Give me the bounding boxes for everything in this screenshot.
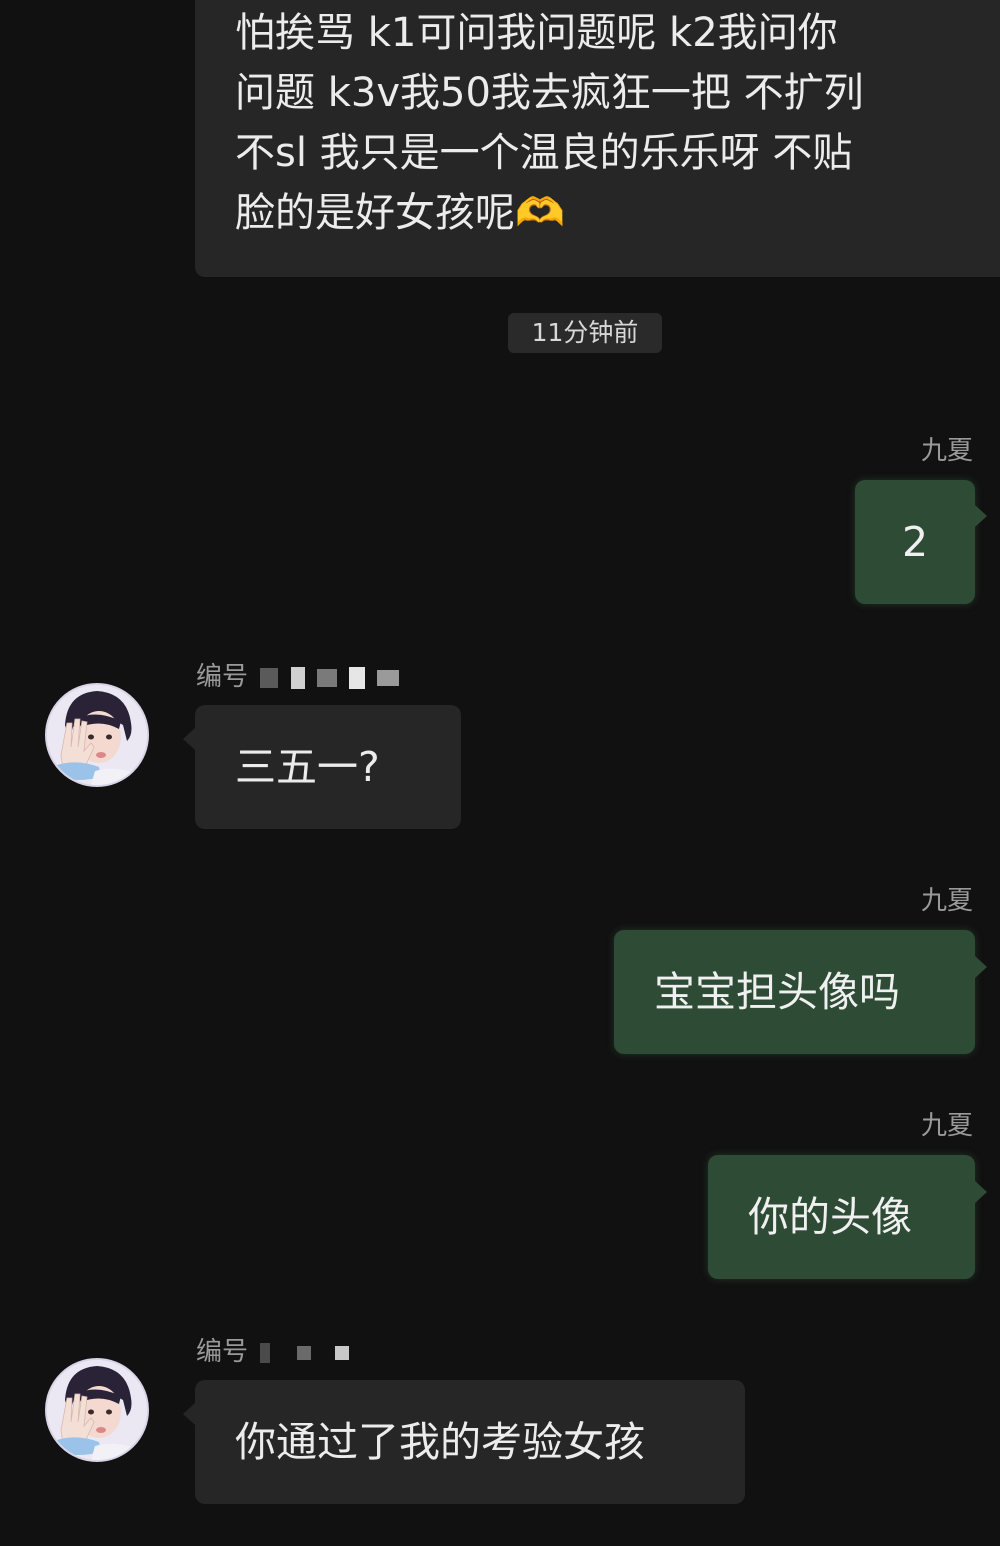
bubble-tail-outgoing-1 (975, 505, 987, 527)
sender-name-text: 编号 (196, 662, 249, 692)
message-bubble-outgoing-2[interactable]: 宝宝担头像吗 (614, 930, 975, 1054)
bubble-tail-outgoing-3 (975, 1181, 987, 1203)
message-text-line-2: 问题 k3v我50我去疯狂一把 不扩列 (235, 70, 864, 116)
message-text-line-4: 脸的是好女孩呢🫶 (235, 190, 565, 236)
message-text-outgoing-2: 宝宝担头像吗 (654, 968, 900, 1016)
message-bubble-outgoing-3[interactable]: 你的头像 (708, 1155, 975, 1279)
bubble-tail-outgoing-2 (975, 956, 987, 978)
sender-name-text: 编号 (196, 1337, 249, 1367)
avatar-contact-2[interactable] (45, 1358, 149, 1462)
message-text-outgoing-1: 2 (901, 518, 929, 566)
avatar-contact-1[interactable] (45, 683, 149, 787)
sender-name-incoming-2: 编号 (196, 1331, 349, 1368)
avatar-portrait-icon (47, 1360, 147, 1460)
bubble-tail-incoming-1 (183, 728, 195, 750)
sender-name-outgoing-3: 九夏 (920, 1111, 973, 1141)
bubble-tail-incoming-2 (183, 1403, 195, 1425)
sender-name-incoming-1: 编号 (196, 656, 400, 693)
avatar-portrait-icon (47, 685, 147, 785)
message-text-incoming-1: 三五一? (235, 743, 380, 791)
message-text-outgoing-3: 你的头像 (748, 1193, 912, 1241)
message-text-line-1: 怕挨骂 k1可问我问题呢 k2我问你 (235, 10, 838, 56)
message-bubble-incoming-long[interactable]: 怕挨骂 k1可问我问题呢 k2我问你 问题 k3v我50我去疯狂一把 不扩列 不… (195, 0, 1000, 277)
sender-name-outgoing-2: 九夏 (920, 886, 973, 916)
name-mosaic-redaction (256, 663, 400, 693)
message-bubble-incoming-2[interactable]: 你通过了我的考验女孩 (195, 1380, 745, 1504)
message-bubble-outgoing-1[interactable]: 2 (855, 480, 975, 604)
sender-name-outgoing-1: 九夏 (920, 436, 973, 466)
timestamp-label: 11分钟前 (508, 313, 662, 353)
message-text-incoming-2: 你通过了我的考验女孩 (235, 1418, 645, 1466)
message-bubble-incoming-1[interactable]: 三五一? (195, 705, 461, 829)
name-mosaic-redaction (256, 1338, 349, 1368)
message-text-line-3: 不sl 我只是一个温良的乐乐呀 不贴 (235, 130, 853, 176)
